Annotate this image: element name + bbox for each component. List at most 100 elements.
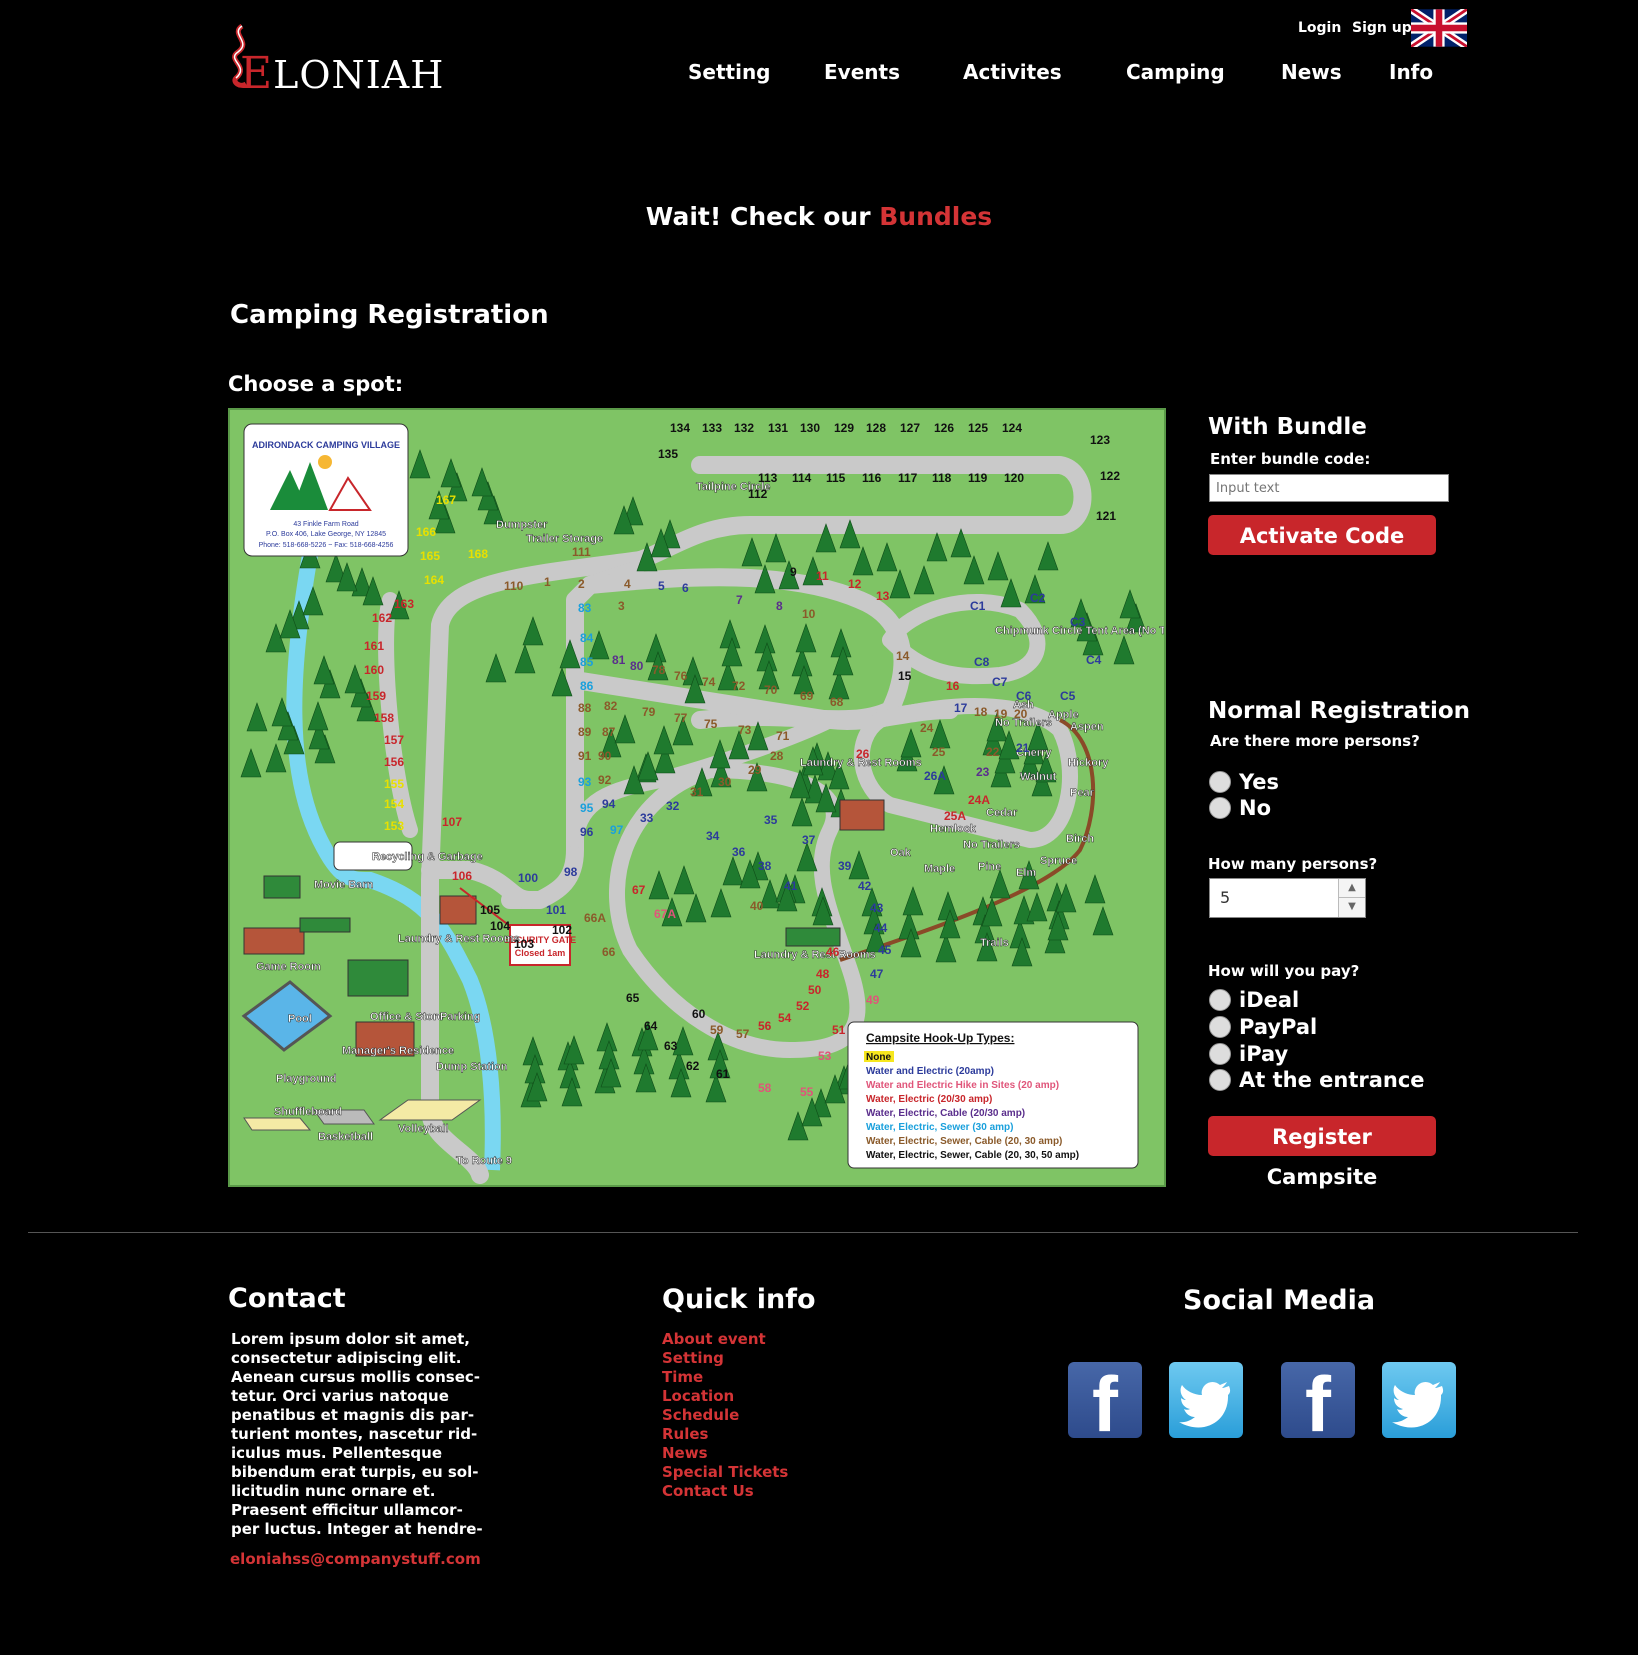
campsite-number[interactable]: 37 [802,833,816,847]
campsite-number[interactable]: 33 [640,811,654,825]
campsite-number[interactable]: 81 [612,653,626,667]
site-logo[interactable]: ELONIAH [222,20,443,99]
nav-camping[interactable]: Camping [1126,60,1225,84]
radio-ideal[interactable]: iDeal [1209,988,1299,1012]
campsite-number[interactable]: 154 [384,797,404,811]
campsite-number[interactable]: 95 [580,801,594,815]
campsite-number[interactable]: 30 [718,775,732,789]
campsite-number[interactable]: 130 [800,421,820,435]
campsite-number[interactable]: 22 [986,745,1000,759]
campsite-number[interactable]: 61 [716,1067,730,1081]
campsite-number[interactable]: 39 [838,859,852,873]
campsite-number[interactable]: 91 [578,749,592,763]
campsite-number[interactable]: 124 [1002,421,1022,435]
campsite-number[interactable]: 116 [862,471,882,485]
radio-ideal-dot[interactable] [1209,989,1231,1011]
uk-flag-icon[interactable] [1411,9,1467,47]
campsite-number[interactable]: 92 [598,773,612,787]
campsite-number[interactable]: 83 [578,601,592,615]
campsite-number[interactable]: 104 [490,919,510,933]
bundles-link[interactable]: Bundles [879,202,992,231]
campsite-number[interactable]: 15 [898,669,912,683]
campsite-number[interactable]: 29 [748,763,762,777]
campsite-number[interactable]: 135 [658,447,678,461]
campsite-number[interactable]: 67A [654,907,676,921]
twitter-icon[interactable] [1382,1362,1456,1438]
campsite-number[interactable]: 25A [944,809,966,823]
campsite-number[interactable]: 26A [924,769,946,783]
campsite-number[interactable]: 106 [452,869,472,883]
campsite-number[interactable]: C2 [1030,591,1046,605]
campsite-number[interactable]: 28 [770,749,784,763]
radio-yes[interactable]: Yes [1209,770,1279,794]
campsite-number[interactable]: 13 [876,589,890,603]
campsite-number[interactable]: 65 [626,991,640,1005]
campsite-number[interactable]: 118 [932,471,952,485]
radio-at-entrance[interactable]: At the entrance [1209,1068,1425,1092]
campsite-number[interactable]: 166 [416,525,436,539]
campsite-number[interactable]: 134 [670,421,690,435]
persons-value[interactable]: 5 [1220,888,1230,907]
campsite-number[interactable]: 53 [818,1049,832,1063]
campsite-number[interactable]: 94 [602,797,616,811]
campsite-number[interactable]: 165 [420,549,440,563]
campsite-number[interactable]: 41 [784,879,798,893]
campsite-number[interactable]: 57 [736,1027,750,1041]
campsite-number[interactable]: 75 [704,717,718,731]
quick-link-schedule[interactable]: Schedule [662,1406,788,1425]
campsite-number[interactable]: 50 [808,983,822,997]
twitter-icon[interactable] [1169,1362,1243,1438]
campsite-number[interactable]: 70 [764,683,778,697]
radio-yes-dot[interactable] [1209,771,1231,793]
campsite-number[interactable]: 48 [816,967,830,981]
campsite-number[interactable]: 103 [514,937,534,951]
campsite-number[interactable]: 11 [816,569,829,583]
campsite-number[interactable]: 73 [738,723,752,737]
facebook-icon[interactable]: f [1068,1362,1142,1444]
campsite-number[interactable]: 9 [790,565,797,579]
stepper-down-icon[interactable]: ▼ [1339,897,1365,916]
campsite-number[interactable]: 153 [384,819,404,833]
campsite-number[interactable]: 84 [580,631,594,645]
campsite-number[interactable]: 67 [632,883,646,897]
nav-activites[interactable]: Activites [963,60,1062,84]
campsite-number[interactable]: 63 [664,1039,678,1053]
campsite-number[interactable]: 17 [954,701,968,715]
campsite-number[interactable]: 80 [630,659,644,673]
campsite-number[interactable]: 3 [618,599,625,613]
campsite-number[interactable]: 46 [826,945,840,959]
login-link[interactable]: Login [1298,20,1341,36]
campsite-number[interactable]: 85 [580,655,594,669]
campsite-number[interactable]: 47 [870,967,884,981]
campsite-number[interactable]: 26 [856,747,870,761]
campsite-number[interactable]: 168 [468,547,488,561]
campsite-number[interactable]: 110 [504,579,524,593]
campsite-number[interactable]: 89 [578,725,592,739]
quick-link-special-tickets[interactable]: Special Tickets [662,1463,788,1482]
campsite-number[interactable]: 55 [800,1085,814,1099]
radio-no[interactable]: No [1209,796,1271,820]
campsite-number[interactable]: 159 [366,689,386,703]
campsite-number[interactable]: 86 [580,679,594,693]
campsite-number[interactable]: 157 [384,733,404,747]
campsite-number[interactable]: 119 [968,471,988,485]
signup-link[interactable]: Sign up [1352,20,1412,36]
campsite-number[interactable]: 111 [572,545,591,559]
campsite-number[interactable]: 59 [710,1023,724,1037]
campsite-number[interactable]: 127 [900,421,920,435]
campsite-number[interactable]: 167 [436,493,456,507]
campsite-number[interactable]: C7 [992,675,1008,689]
campsite-number[interactable]: 115 [826,471,846,485]
campsite-number[interactable]: 16 [946,679,960,693]
campsite-number[interactable]: 96 [580,825,594,839]
nav-info[interactable]: Info [1389,60,1433,84]
campsite-number[interactable]: 42 [858,879,872,893]
campsite-number[interactable]: 24 [920,721,934,735]
campsite-number[interactable]: 62 [686,1059,700,1073]
campsite-number[interactable]: 18 [974,705,988,719]
campsite-number[interactable]: 68 [830,695,844,709]
campsite-number[interactable]: 107 [442,815,462,829]
radio-paypal[interactable]: PayPal [1209,1015,1317,1039]
campsite-number[interactable]: 162 [372,611,392,625]
campsite-number[interactable]: 66A [584,911,606,925]
